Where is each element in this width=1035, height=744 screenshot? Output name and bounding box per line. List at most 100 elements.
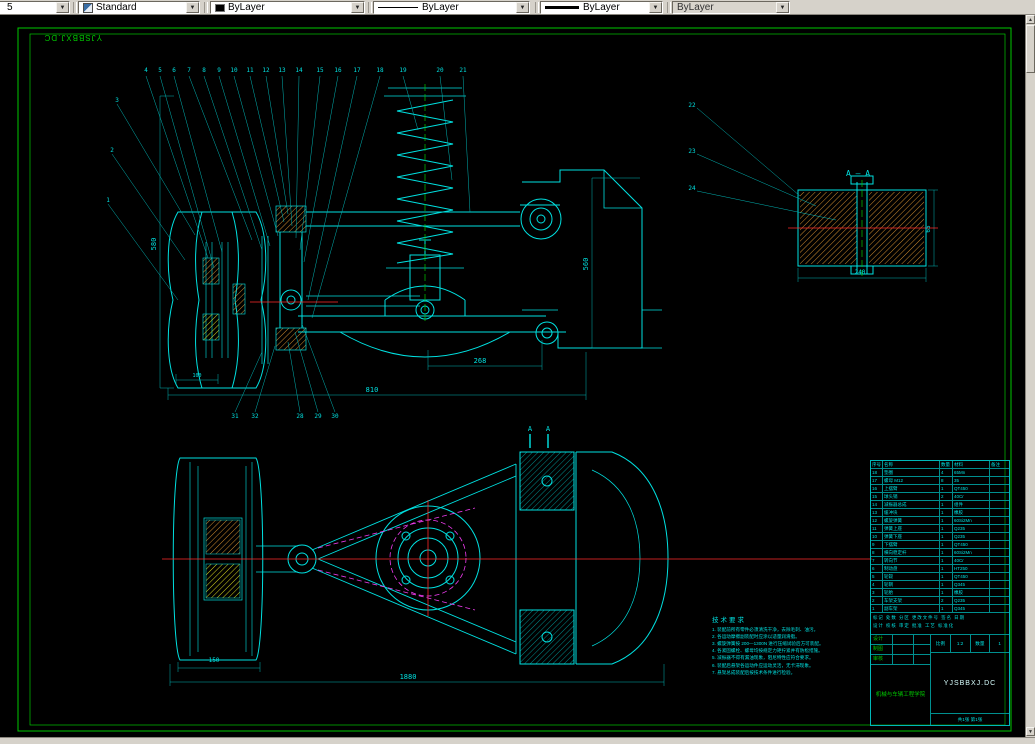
text-style-arrow-icon[interactable]: ▼ — [186, 2, 199, 13]
svg-text:1: 1 — [106, 197, 110, 204]
bom-cell-mat: 40Cr — [953, 493, 990, 500]
bom-cell-mat: 40Cr — [953, 557, 990, 564]
linetype-sample-icon — [378, 7, 418, 8]
bom-row: 9下摆臂1QT450 — [871, 541, 1009, 549]
svg-text:A — A: A — A — [846, 169, 870, 178]
bom-cell-no: 12 — [871, 517, 883, 524]
svg-text:1880: 1880 — [400, 673, 417, 681]
svg-text:28: 28 — [296, 413, 304, 420]
bom-row: 4轮辋1Q345 — [871, 581, 1009, 589]
svg-text:15: 15 — [316, 67, 324, 74]
bom-row: 3轮胎1橡胶 — [871, 589, 1009, 597]
bom-row: 10弹簧下座1Q235 — [871, 533, 1009, 541]
svg-text:23: 23 — [688, 148, 696, 155]
bom-cell-qty: 1 — [940, 541, 953, 548]
svg-text:A: A — [546, 425, 551, 433]
bom-cell-qty: 1 — [940, 501, 953, 508]
scroll-down-button[interactable]: ▼ — [1026, 727, 1035, 736]
bom-cell-note — [990, 517, 1009, 524]
bom-row: 18垫圈465Mn — [871, 469, 1009, 477]
bom-cell-mat: Q235 — [953, 525, 990, 532]
linetype-combo[interactable]: ByLayer ▼ — [373, 1, 530, 14]
scale-value: 1:2 — [951, 635, 971, 652]
bom-cell-no: 5 — [871, 573, 883, 580]
bom-cell-mat: Q345 — [953, 605, 990, 612]
plotstyle-combo[interactable]: ByLayer ▼ — [672, 1, 790, 14]
bom-cell-no: 14 — [871, 501, 883, 508]
lineweight-arrow-icon[interactable]: ▼ — [649, 2, 662, 13]
svg-text:17: 17 — [353, 67, 361, 74]
linetype-value: ByLayer — [422, 2, 459, 13]
svg-text:19: 19 — [399, 67, 407, 74]
text-style-value: Standard — [96, 2, 137, 13]
text-style-combo[interactable]: Standard ▼ — [78, 1, 200, 14]
bom-row: 8横向稳定杆160Si2Mn — [871, 549, 1009, 557]
layer-combo-arrow-icon[interactable]: ▼ — [56, 2, 69, 13]
bom-cell-mat: QT450 — [953, 573, 990, 580]
bom-row: 1副车架1Q345 — [871, 605, 1009, 613]
bom-cell-mat: Q235 — [953, 533, 990, 540]
svg-text:32: 32 — [251, 413, 259, 420]
toolbar-separator — [535, 2, 539, 13]
color-swatch-icon — [215, 4, 225, 12]
bom-cell-name: 螺母 M12 — [883, 477, 940, 484]
svg-text:12: 12 — [262, 67, 270, 74]
object-properties-toolbar: 5 ▼ Standard ▼ ByLayer ▼ ByLayer ▼ ByLay… — [0, 0, 1035, 15]
svg-text:10: 10 — [230, 67, 238, 74]
bom-cell-name: 名称 — [883, 461, 940, 468]
bom-cell-qty: 1 — [940, 549, 953, 556]
bom-cell-qty: 8 — [940, 477, 953, 484]
bottom-toolbar-strip — [0, 737, 1035, 744]
linetype-arrow-icon[interactable]: ▼ — [516, 2, 529, 13]
bom-cell-note — [990, 573, 1009, 580]
bom-cell-qty: 数量 — [940, 461, 953, 468]
lineweight-combo[interactable]: ByLayer ▼ — [540, 1, 663, 14]
toolbar-separator — [667, 2, 671, 13]
frame-file-label: YJSBBXJ.DC — [20, 31, 102, 42]
color-arrow-icon[interactable]: ▼ — [351, 2, 364, 13]
bom-cell-note — [990, 485, 1009, 492]
text-style-icon — [83, 3, 93, 13]
svg-text:20: 20 — [436, 67, 444, 74]
layer-combo[interactable]: 5 ▼ — [0, 1, 70, 14]
bom-cell-no: 9 — [871, 541, 883, 548]
layer-combo-value: 5 — [7, 2, 13, 13]
bom-cell-note — [990, 565, 1009, 572]
bom-cell-note — [990, 589, 1009, 596]
bom-cell-name: 轮胎 — [883, 589, 940, 596]
scroll-up-button[interactable]: ▲ — [1026, 15, 1035, 24]
svg-text:30: 30 — [331, 413, 339, 420]
plotstyle-arrow-icon[interactable]: ▼ — [776, 2, 789, 13]
role-row: 审核 — [871, 655, 930, 665]
toolbar-separator — [368, 2, 372, 13]
revision-line: 标记 处数 分区 更改文件号 签名 日期 — [873, 614, 1007, 622]
bom-cell-no: 8 — [871, 549, 883, 556]
note-line: 6. 装配后悬架各运动件应运动灵活，无卡滞现象。 — [712, 662, 870, 669]
svg-text:29: 29 — [314, 413, 322, 420]
technical-notes: 技术要求 1. 装配前所有零件必须清洗干净，去除毛刺、油污。2. 各运动摩擦副装… — [712, 614, 870, 676]
note-line: 5. 减振器不得有漏油现象，阻尼特性应符合要求。 — [712, 654, 870, 661]
svg-text:3: 3 — [115, 97, 119, 104]
lineweight-value: ByLayer — [583, 2, 620, 13]
bom-cell-mat: 橡胶 — [953, 509, 990, 516]
role-label: 设计 — [871, 635, 893, 644]
svg-text:21: 21 — [459, 67, 467, 74]
role-row: 制图 — [871, 645, 930, 655]
svg-text:9: 9 — [217, 67, 221, 74]
bom-row: 13缓冲块1橡胶 — [871, 509, 1009, 517]
bom-cell-name: 球头销 — [883, 493, 940, 500]
bom-cell-note — [990, 509, 1009, 516]
drawing-canvas[interactable]: 4 5 6 7 8 9 10 11 12 13 14 15 16 17 18 1… — [0, 15, 1025, 737]
vertical-scrollbar[interactable]: ▲ ▼ — [1025, 15, 1035, 737]
revision-lines: 标记 处数 分区 更改文件号 签名 日期设计 校核 审定 批准 工艺 标准化 — [871, 613, 1009, 635]
bom-cell-no: 4 — [871, 581, 883, 588]
color-combo[interactable]: ByLayer ▼ — [210, 1, 365, 14]
bom-row: 14减振器总成1组件 — [871, 501, 1009, 509]
bom-cell-no: 6 — [871, 565, 883, 572]
bom-cell-name: 轮毂 — [883, 573, 940, 580]
note-line: 2. 各运动摩擦副装配时应涂以适量润滑脂。 — [712, 633, 870, 640]
scrollbar-thumb[interactable] — [1026, 25, 1035, 73]
bom-cell-qty: 1 — [940, 485, 953, 492]
plotstyle-value: ByLayer — [677, 2, 714, 13]
bom-cell-name: 弹簧上座 — [883, 525, 940, 532]
